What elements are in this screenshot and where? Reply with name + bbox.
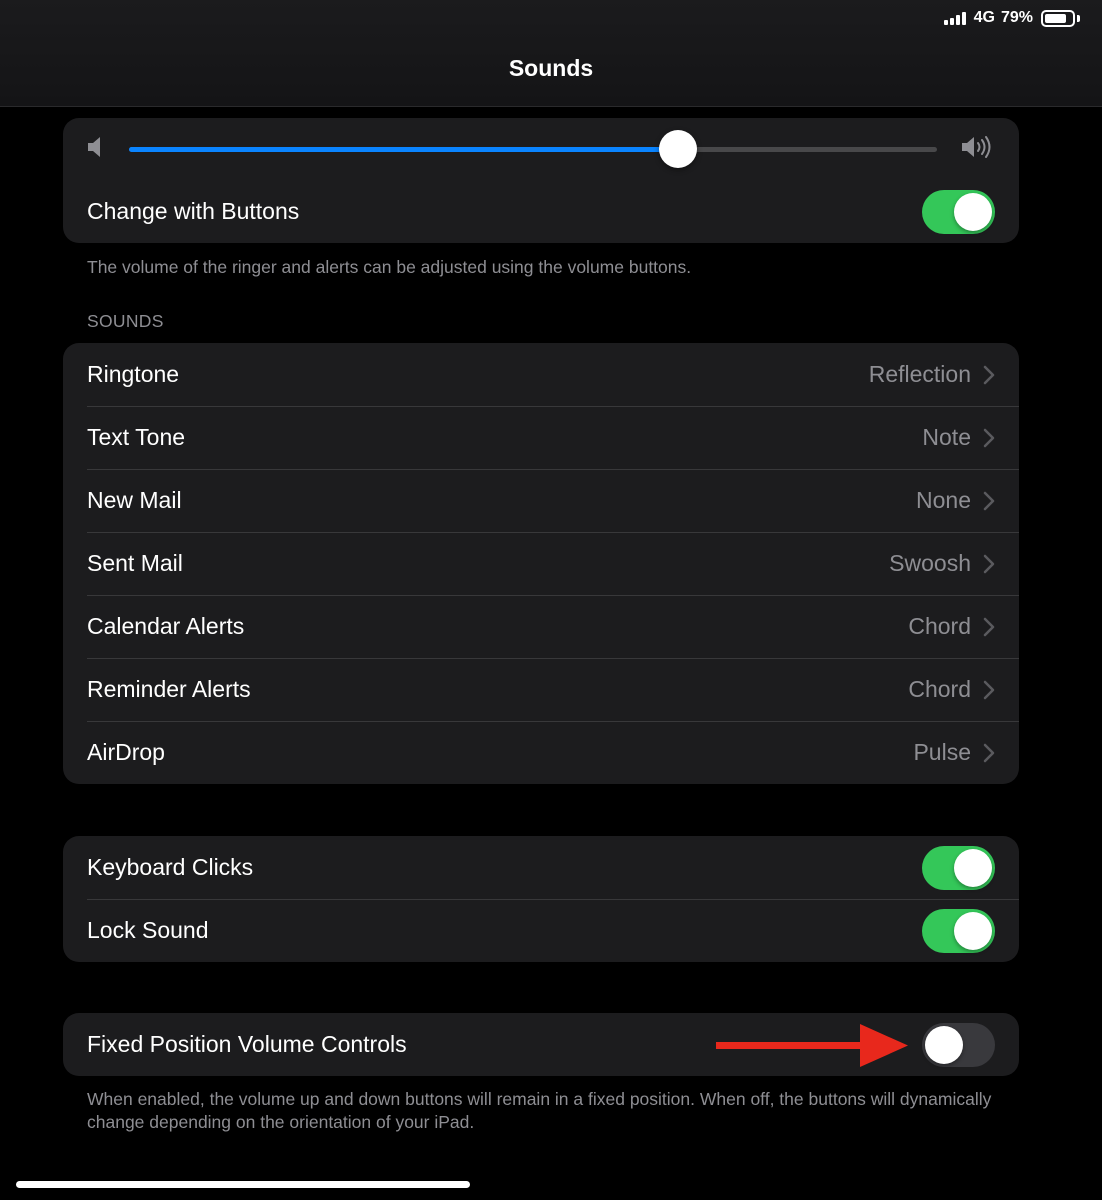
cellular-signal-icon	[943, 11, 966, 25]
ringer-volume-card: Change with Buttons	[63, 118, 1019, 243]
chevron-right-icon	[983, 680, 995, 700]
sound-row-sent-mail[interactable]: Sent Mail Swoosh	[63, 532, 1019, 595]
sound-row-value: Reflection	[868, 361, 971, 387]
ringer-footnote: The volume of the ringer and alerts can …	[87, 257, 692, 277]
keyboard-clicks-toggle[interactable]	[922, 845, 995, 890]
volume-high-icon	[961, 135, 995, 164]
sound-row-value: Pulse	[913, 739, 971, 765]
sounds-section-header: SOUNDS	[87, 311, 164, 331]
ringer-volume-slider[interactable]	[129, 129, 937, 168]
keyboard-clicks-label: Keyboard Clicks	[87, 854, 254, 880]
slider-thumb[interactable]	[659, 129, 698, 168]
chevron-right-icon	[983, 617, 995, 637]
sound-row-text-tone[interactable]: Text Tone Note	[63, 406, 1019, 469]
slider-fill	[129, 146, 679, 152]
sound-row-value: Note	[922, 424, 971, 450]
change-with-buttons-row: Change with Buttons	[63, 180, 1019, 243]
fixed-position-toggle[interactable]	[922, 1022, 995, 1067]
sound-row-new-mail[interactable]: New Mail None	[63, 469, 1019, 532]
chevron-right-icon	[983, 554, 995, 574]
battery-icon	[1041, 9, 1080, 27]
fixed-position-footnote: When enabled, the volume up and down but…	[87, 1089, 992, 1132]
sound-row-label: AirDrop	[87, 739, 165, 765]
sound-row-ringtone[interactable]: Ringtone Reflection	[63, 343, 1019, 406]
lock-sound-row: Lock Sound	[63, 899, 1019, 962]
battery-percent: 79%	[1000, 9, 1033, 26]
sound-row-value: Chord	[908, 676, 971, 702]
sounds-settings-screen: 4G 79% Sounds Change with Buttons The vo…	[0, 0, 1102, 1200]
change-with-buttons-toggle[interactable]	[922, 189, 995, 234]
sound-row-label: Calendar Alerts	[87, 613, 245, 639]
lock-sound-toggle[interactable]	[922, 908, 995, 953]
sound-row-value: Chord	[908, 613, 971, 639]
sound-row-value: Swoosh	[889, 550, 971, 576]
ringer-volume-row	[63, 118, 1019, 180]
page-title: Sounds	[508, 55, 594, 81]
chevron-right-icon	[983, 365, 995, 385]
network-type: 4G	[973, 9, 995, 26]
chevron-right-icon	[983, 743, 995, 763]
sound-row-value: None	[916, 487, 971, 513]
navigation-bar: 4G 79% Sounds	[0, 0, 1102, 107]
sounds-list-card: Ringtone Reflection Text Tone Note New M…	[63, 343, 1019, 784]
chevron-right-icon	[983, 428, 995, 448]
sound-row-reminder-alerts[interactable]: Reminder Alerts Chord	[63, 658, 1019, 721]
sound-row-airdrop[interactable]: AirDrop Pulse	[63, 721, 1019, 784]
sound-row-calendar-alerts[interactable]: Calendar Alerts Chord	[63, 595, 1019, 658]
volume-low-icon	[87, 136, 105, 163]
system-sounds-card: Keyboard Clicks Lock Sound	[63, 836, 1019, 962]
status-bar: 4G 79%	[943, 6, 1080, 30]
sound-row-label: New Mail	[87, 487, 182, 513]
sound-row-label: Sent Mail	[87, 550, 183, 576]
sound-row-label: Text Tone	[87, 424, 186, 450]
sound-row-label: Ringtone	[87, 361, 180, 387]
change-with-buttons-label: Change with Buttons	[87, 198, 300, 224]
lock-sound-label: Lock Sound	[87, 917, 209, 943]
home-indicator[interactable]	[16, 1181, 470, 1188]
chevron-right-icon	[983, 491, 995, 511]
sound-row-label: Reminder Alerts	[87, 676, 251, 702]
keyboard-clicks-row: Keyboard Clicks	[63, 836, 1019, 899]
annotation-arrow-icon	[716, 1024, 908, 1067]
